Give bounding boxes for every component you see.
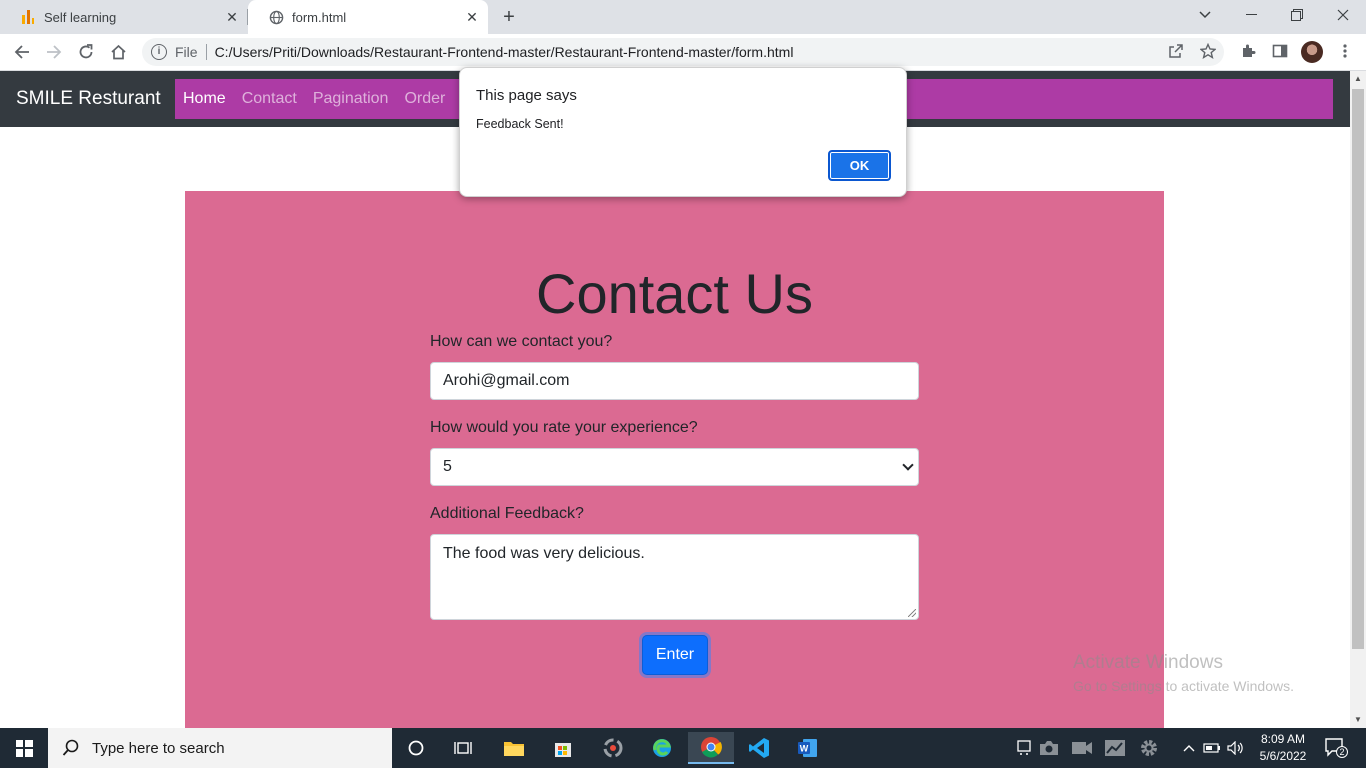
contact-label: How can we contact you? [430, 333, 613, 350]
scheme-label: File [175, 44, 198, 60]
windows-logo-icon [15, 739, 33, 757]
taskbar-clock[interactable]: 8:09 AM 5/6/2022 [1252, 731, 1314, 765]
taskbar-search-box[interactable]: Type here to search [48, 728, 392, 768]
globe-icon [268, 9, 284, 25]
watermark-subtitle: Go to Settings to activate Windows. [1073, 678, 1294, 694]
dialog-title: This page says [476, 87, 577, 104]
reload-button[interactable] [74, 40, 98, 64]
battery-icon[interactable] [1201, 738, 1223, 758]
chrome-browser-icon[interactable] [688, 732, 734, 764]
search-placeholder: Type here to search [92, 739, 225, 757]
pinned-notes-icon[interactable] [1013, 738, 1035, 758]
svg-text:W: W [800, 744, 809, 754]
omnibox-separator [205, 44, 207, 60]
browser-toolbar: i File C:/Users/Priti/Downloads/Restaura… [0, 34, 1366, 71]
nav-link-pagination[interactable]: Pagination [313, 90, 389, 108]
edge-browser-icon[interactable] [641, 732, 683, 764]
rating-label: How would you rate your experience? [430, 419, 698, 436]
video-camera-icon[interactable] [1071, 738, 1093, 758]
restore-button[interactable] [1274, 0, 1320, 30]
watermark-title: Activate Windows [1073, 652, 1223, 673]
share-icon[interactable] [1165, 40, 1187, 62]
close-window-button[interactable] [1320, 0, 1366, 30]
feedback-textarea-value: The food was very delicious. [443, 545, 645, 562]
analytics-icon [20, 9, 36, 25]
forward-button[interactable] [42, 40, 66, 64]
activate-windows-watermark: Activate Windows Go to Settings to activ… [1073, 652, 1294, 694]
close-tab-icon[interactable]: ✕ [464, 9, 480, 25]
notification-count-badge: 2 [1336, 746, 1348, 758]
minimize-button[interactable] [1228, 0, 1274, 30]
feedback-label: Additional Feedback? [430, 505, 584, 522]
clock-time: 8:09 AM [1260, 732, 1306, 746]
nav-link-order[interactable]: Order [404, 90, 445, 108]
scroll-up-arrow-icon[interactable]: ▲ [1350, 71, 1366, 87]
camera-icon[interactable] [1038, 738, 1060, 758]
profile-avatar[interactable] [1301, 41, 1323, 63]
scroll-down-arrow-icon[interactable]: ▼ [1350, 712, 1366, 728]
file-explorer-icon[interactable] [493, 732, 535, 764]
contact-input-value: Arohi@gmail.com [443, 372, 570, 389]
new-tab-button[interactable]: + [498, 6, 520, 28]
bookmark-star-icon[interactable] [1197, 40, 1219, 62]
search-icon [62, 739, 80, 757]
contact-form-panel: Contact Us How can we contact you? Arohi… [185, 191, 1164, 728]
address-bar[interactable]: i File C:/Users/Priti/Downloads/Restaura… [142, 38, 1224, 66]
nav-link-home[interactable]: Home [183, 90, 226, 108]
scroll-thumb[interactable] [1352, 89, 1364, 649]
dialog-ok-button[interactable]: OK [828, 150, 891, 181]
home-button[interactable] [106, 40, 130, 64]
rating-select-value: 5 [443, 458, 452, 475]
screen-sketch-icon[interactable] [1104, 738, 1126, 758]
task-view-icon[interactable] [442, 732, 484, 764]
tab-self-learning[interactable]: Self learning ✕ [0, 0, 248, 34]
back-button[interactable] [10, 40, 34, 64]
dialog-message: Feedback Sent! [476, 117, 564, 131]
show-hidden-icons-chevron-icon[interactable] [1178, 738, 1200, 758]
microsoft-store-icon[interactable] [542, 732, 584, 764]
tab-title: form.html [292, 9, 347, 25]
rating-select[interactable]: 5 [430, 448, 919, 486]
alert-dialog: This page says Feedback Sent! OK [459, 67, 907, 197]
feedback-textarea[interactable]: The food was very delicious. [430, 534, 919, 620]
enter-button[interactable]: Enter [642, 635, 708, 675]
clock-date: 5/6/2022 [1259, 749, 1307, 763]
word-icon[interactable]: W [787, 732, 829, 764]
close-tab-icon[interactable]: ✕ [224, 9, 240, 25]
vscode-icon[interactable] [738, 732, 780, 764]
notification-center-icon[interactable]: 2 [1324, 737, 1348, 759]
tab-form-html[interactable]: form.html ✕ [248, 0, 488, 34]
side-panel-icon[interactable] [1269, 40, 1291, 62]
contact-input[interactable]: Arohi@gmail.com [430, 362, 919, 400]
tab-title: Self learning [44, 9, 117, 25]
page-title: Contact Us [536, 262, 813, 325]
url-text[interactable]: C:/Users/Priti/Downloads/Restaurant-Fron… [215, 44, 794, 60]
info-icon[interactable]: i [151, 44, 167, 60]
page-scrollbar[interactable]: ▲ ▼ [1350, 71, 1366, 728]
cortana-icon[interactable] [395, 732, 437, 764]
nav-link-contact[interactable]: Contact [242, 90, 297, 108]
chevron-down-icon [902, 459, 914, 471]
windows-taskbar: Type here to search W 8:09 AM 5/6/2022 2 [0, 728, 1366, 768]
menu-kebab-icon[interactable] [1334, 40, 1356, 62]
extensions-puzzle-icon[interactable] [1237, 40, 1259, 62]
tab-search-chevron-icon[interactable] [1182, 0, 1228, 30]
brand-logo-text[interactable]: SMILE Resturant [16, 88, 161, 110]
settings-gear-icon[interactable] [1138, 738, 1160, 758]
start-button[interactable] [0, 728, 48, 768]
photos-app-icon[interactable] [592, 732, 634, 764]
volume-icon[interactable] [1225, 738, 1247, 758]
resize-grip-icon[interactable] [908, 609, 916, 617]
browser-tab-strip: Self learning ✕ form.html ✕ + [0, 0, 1366, 34]
